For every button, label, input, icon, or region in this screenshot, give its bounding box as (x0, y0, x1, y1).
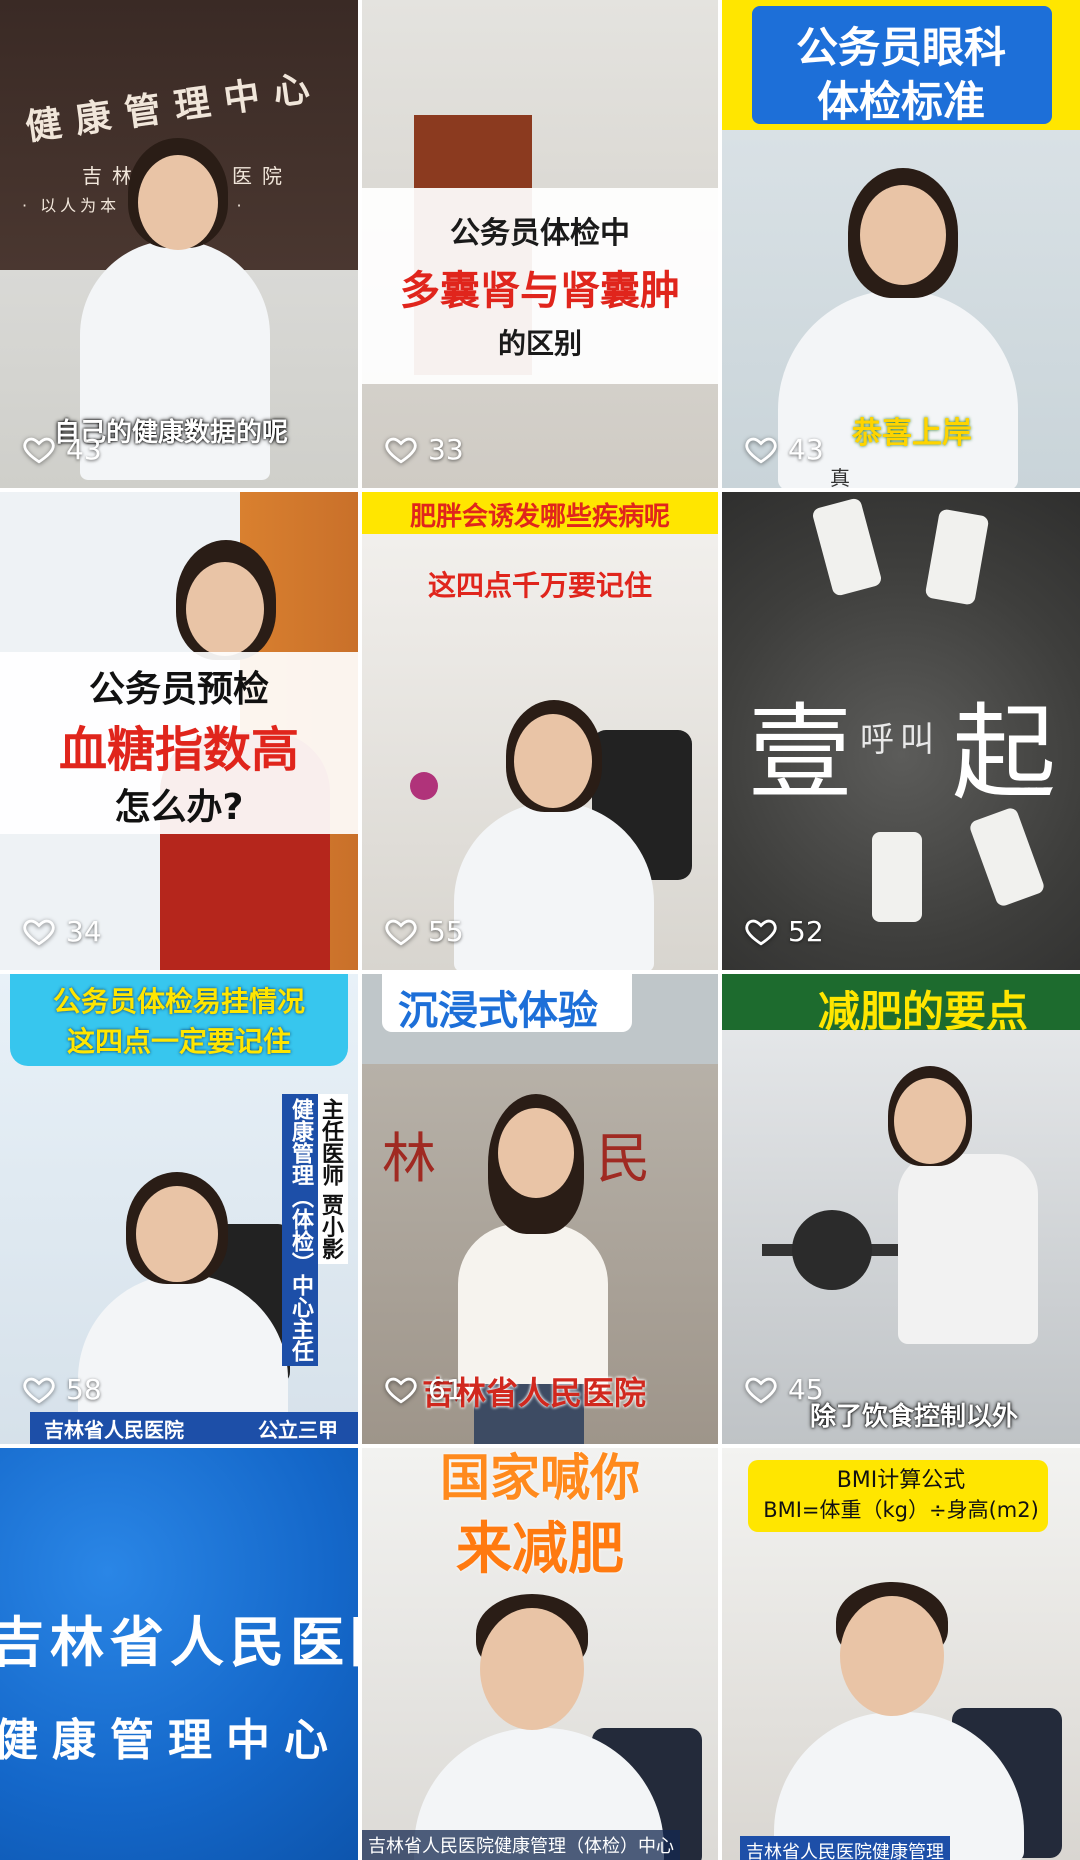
like-count: 55 (384, 914, 464, 948)
heart-outline-icon (385, 919, 417, 946)
heart-outline-icon (23, 1377, 55, 1404)
heart-outline-icon (745, 919, 777, 946)
like-count: 58 (22, 1372, 102, 1406)
title-line-1: 公务员眼科 (795, 23, 1006, 72)
video-tile-3[interactable]: 公务员眼科 体检标准 恭喜上岸 真 43 (722, 0, 1080, 488)
like-count-text: 43 (66, 432, 102, 466)
formula-title: BMI计算公式 (836, 1468, 966, 1493)
like-count: 33 (384, 432, 464, 466)
caption-line-2: 这四点千万要记住 (427, 569, 652, 602)
video-tile-2[interactable]: 公务员体检中 多囊肾与肾囊肿 的区别 33 (362, 0, 718, 488)
heart-outline-icon (385, 437, 417, 464)
char-text: 真 (830, 466, 850, 488)
like-count-text: 58 (66, 1372, 102, 1406)
like-count-text: 33 (428, 432, 464, 466)
caption-line-2: 这四点一定要记住 (66, 1025, 291, 1058)
caption-line-1: 国家喊你 (440, 1449, 640, 1507)
video-tile-12[interactable]: BMI计算公式 BMI=体重（kg）÷身高(m2) 吉林省人民医院健康管理 (722, 1448, 1080, 1860)
heart-outline-icon (745, 1377, 777, 1404)
like-count-text: 55 (428, 914, 464, 948)
sticker-text: 恭喜上岸 (852, 416, 972, 451)
big-char-left: 壹 (748, 692, 853, 814)
video-tile-8[interactable]: 林 省 民 沉浸式体验 吉林省人民医院 61 (362, 974, 718, 1444)
video-tile-5[interactable]: 肥胖会诱发哪些疾病呢 这四点千万要记住 55 (362, 492, 718, 970)
caption-line-2: 血糖指数高 (58, 722, 299, 778)
big-char-right: 起 (952, 692, 1057, 814)
caption-line-2: 多囊肾与肾囊肿 (400, 268, 680, 314)
heart-outline-icon (385, 1377, 417, 1404)
like-count-text: 61 (428, 1372, 464, 1406)
like-count: 43 (744, 432, 824, 466)
caption-line-3: 怎么办? (114, 787, 244, 828)
caption-line-3: 的区别 (497, 327, 582, 360)
weight-plate (792, 1210, 872, 1290)
caption-line-2: 来减肥 (456, 1517, 624, 1582)
footer-hospital: 吉林省人民医院 (44, 1418, 184, 1442)
title-line-2: 体检标准 (816, 77, 985, 126)
video-tile-4[interactable]: 公务员预检 血糖指数高 怎么办? 34 (0, 492, 358, 970)
caption-line-1: 肥胖会诱发哪些疾病呢 (409, 502, 670, 532)
big-char-mid: 呼叫 (860, 720, 940, 760)
footer-rank: 公立三甲 (258, 1418, 338, 1442)
formula-text: BMI=体重（kg）÷身高(m2) (763, 1498, 1039, 1522)
video-tile-6[interactable]: 壹 呼叫 起 52 (722, 492, 1080, 970)
video-tile-1[interactable]: 健康管理中心 吉林省人民医院 · 以人为本 · 精益求精 · 自己的健康数据的呢… (0, 0, 358, 488)
like-count: 52 (744, 914, 824, 948)
subtitle: 除了饮食控制以外 (810, 1402, 1019, 1432)
caption-line-1: 减肥的要点 (818, 987, 1029, 1036)
footer-caption: 吉林省人民医院健康管理 (740, 1836, 950, 1860)
like-count: 43 (22, 432, 102, 466)
caption-line-1: 公务员体检中 (450, 216, 630, 251)
caption-line-1: 沉浸式体验 (398, 988, 598, 1034)
like-count-text: 34 (66, 914, 102, 948)
doctor-title: 健康管理（体检）中心主任 (282, 1094, 318, 1366)
orchid-flower (410, 772, 438, 800)
video-grid: 健康管理中心 吉林省人民医院 · 以人为本 · 精益求精 · 自己的健康数据的呢… (0, 0, 1080, 1860)
like-count: 45 (744, 1372, 824, 1406)
like-count-text: 43 (788, 432, 824, 466)
video-tile-11[interactable]: 国家喊你 来减肥 吉林省人民医院健康管理（体检）中心 (362, 1448, 718, 1860)
pager-device (872, 832, 922, 922)
footer-caption: 吉林省人民医院健康管理（体检）中心 (362, 1830, 680, 1860)
heart-outline-icon (23, 919, 55, 946)
heart-outline-icon (745, 437, 777, 464)
center-name: 健康管理中心 (0, 1715, 342, 1766)
video-tile-10[interactable]: 吉林省人民医院 健康管理中心 (0, 1448, 358, 1860)
like-count-text: 52 (788, 914, 824, 948)
like-count-text: 45 (788, 1372, 824, 1406)
heart-outline-icon (23, 437, 55, 464)
like-count: 61 (384, 1372, 464, 1406)
like-count: 34 (22, 914, 102, 948)
video-tile-9[interactable]: 减肥的要点 除了饮食控制以外 45 (722, 974, 1080, 1444)
video-tile-7[interactable]: 公务员体检易挂情况 这四点一定要记住 主任医师 贾小影 健康管理（体检）中心主任… (0, 974, 358, 1444)
caption-line-1: 公务员预检 (88, 669, 269, 710)
hospital-name: 吉林省人民医院 (0, 1611, 358, 1674)
caption-line-1: 公务员体检易挂情况 (52, 985, 305, 1018)
